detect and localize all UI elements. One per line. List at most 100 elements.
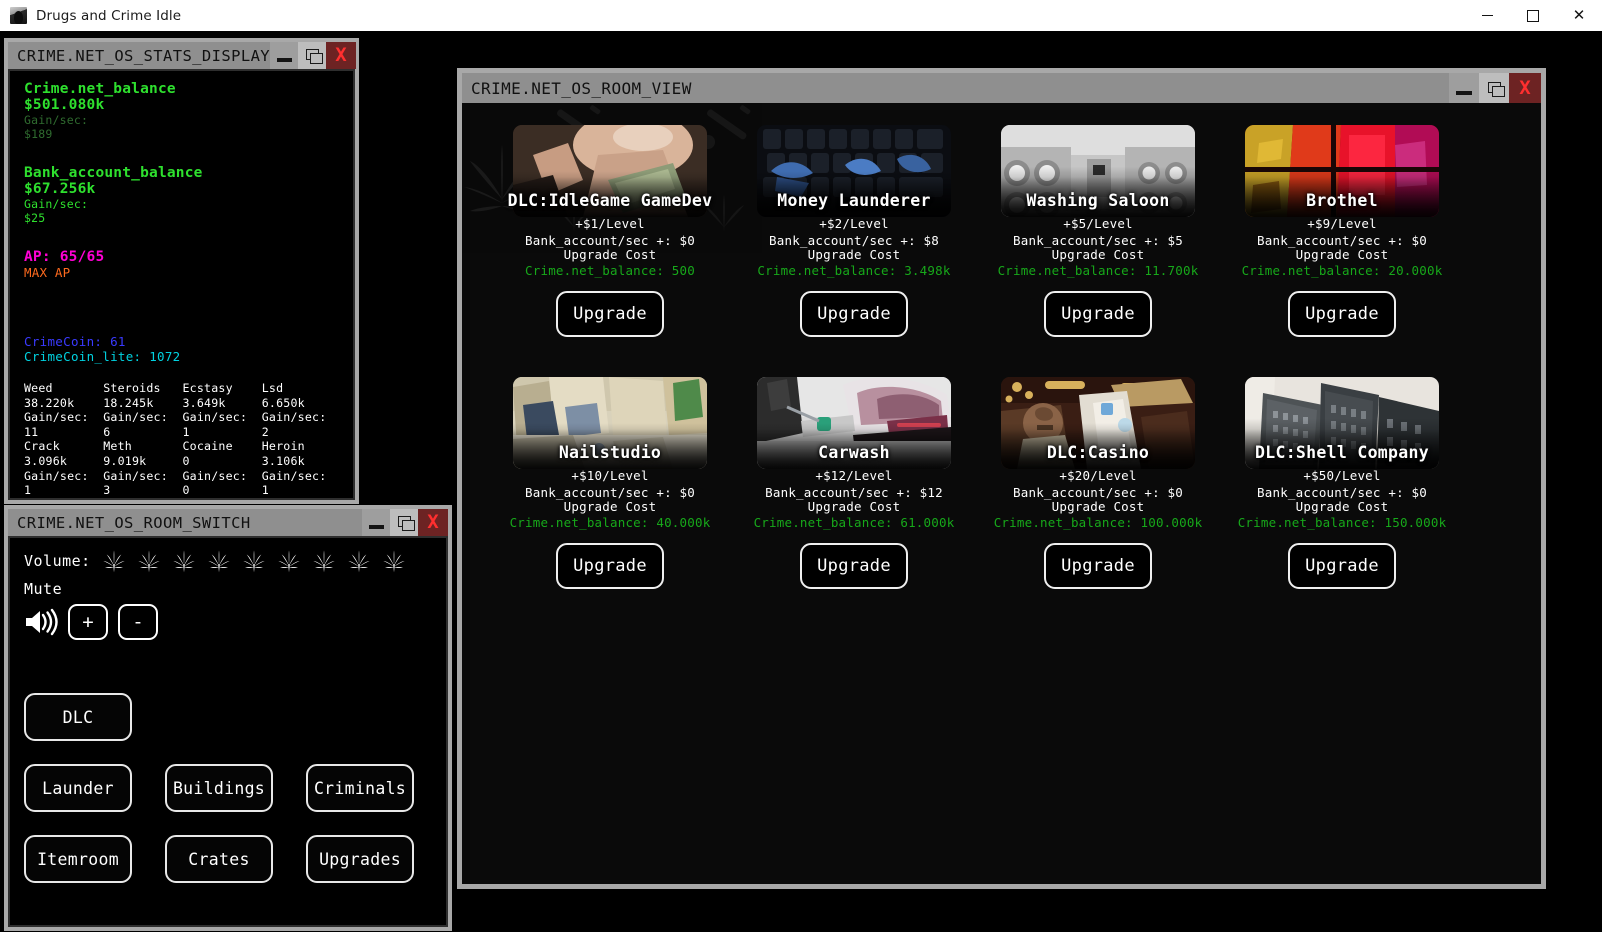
stats-window-title-bar[interactable]: CRIME.NET_OS_STATS_DISPLAY X: [8, 42, 355, 69]
os-minimize-button[interactable]: [1464, 0, 1510, 31]
card-level-gain: +$1/Level: [500, 216, 720, 231]
upgrade-button[interactable]: Upgrade: [1044, 543, 1152, 589]
card-level-gain: +$5/Level: [988, 216, 1208, 231]
building-card-casino[interactable]: DLC:Casino +$20/Level Bank_account/sec +…: [988, 377, 1208, 589]
card-cost-label: Upgrade Cost: [500, 247, 720, 262]
room-nav-row: DLC: [24, 693, 432, 741]
drug-amount: 18.245k: [103, 396, 182, 411]
volume-up-button[interactable]: +: [68, 604, 108, 640]
room-view-title: CRIME.NET_OS_ROOM_VIEW: [462, 79, 692, 98]
card-cost-label: Upgrade Cost: [988, 499, 1208, 514]
drug-cell: Heroin 3.106k Gain/sec: 1: [262, 439, 341, 497]
upgrade-button[interactable]: Upgrade: [1044, 291, 1152, 337]
cannabis-leaf-icon[interactable]: [171, 548, 197, 574]
room-view-window: CRIME.NET_OS_ROOM_VIEW X: [457, 68, 1546, 889]
drug-gain-label: Gain/sec:: [262, 410, 341, 425]
cannabis-leaf-icon[interactable]: [381, 548, 407, 574]
room-view-minimize-button[interactable]: [1449, 73, 1479, 103]
card-level-gain: +$12/Level: [744, 468, 964, 483]
stats-close-button[interactable]: X: [326, 42, 356, 69]
crime-balance-block: Crime.net_balance $501.080k Gain/sec: $1…: [24, 81, 341, 141]
drug-gain-label: Gain/sec:: [183, 410, 262, 425]
volume-row: Volume:: [24, 548, 432, 574]
stats-minimize-button[interactable]: [270, 42, 298, 69]
cannabis-leaf-icon[interactable]: [136, 548, 162, 574]
drug-gain-label: Gain/sec:: [24, 410, 103, 425]
room-switch-body: Volume: Mute: [8, 536, 448, 927]
building-card-shell-company[interactable]: DLC:Shell Company +$50/Level Bank_accoun…: [1232, 377, 1452, 589]
card-title: Washing Saloon: [988, 191, 1208, 210]
mute-label: Mute: [24, 580, 432, 598]
cannabis-leaf-icon[interactable]: [206, 548, 232, 574]
upgrade-button[interactable]: Upgrade: [1288, 543, 1396, 589]
nav-button-itemroom[interactable]: Itemroom: [24, 835, 132, 883]
os-maximize-button[interactable]: [1510, 0, 1556, 31]
drug-amount: 0: [183, 454, 262, 469]
nav-button-dlc[interactable]: DLC: [24, 693, 132, 741]
building-card-carwash[interactable]: Carwash +$12/Level Bank_account/sec +: $…: [744, 377, 964, 589]
card-per-sec: Bank_account/sec +: $0: [1232, 233, 1452, 248]
volume-down-button[interactable]: -: [118, 604, 158, 640]
room-switch-title-bar[interactable]: CRIME.NET_OS_ROOM_SWITCH X: [8, 509, 448, 536]
room-view-close-button[interactable]: X: [1509, 73, 1541, 103]
drug-name: Crack: [24, 439, 103, 454]
cannabis-leaf-icon[interactable]: [241, 548, 267, 574]
crimecoin-lite-line: CrimeCoin_lite: 1072: [24, 349, 341, 364]
upgrade-button[interactable]: Upgrade: [556, 543, 664, 589]
cannabis-leaf-icon[interactable]: [311, 548, 337, 574]
room-switch-restore-button[interactable]: [390, 509, 418, 536]
card-cost-label: Upgrade Cost: [1232, 499, 1452, 514]
drug-amount: 3.106k: [262, 454, 341, 469]
cannabis-leaf-icon[interactable]: [276, 548, 302, 574]
speaker-icon[interactable]: [24, 607, 58, 637]
drug-name: Steroids: [103, 381, 182, 396]
cannabis-leaf-icon[interactable]: [346, 548, 372, 574]
card-title: Nailstudio: [500, 443, 720, 462]
building-card-idlegame-gamedev[interactable]: DLC:IdleGame GameDev +$1/Level Bank_acco…: [500, 125, 720, 337]
nav-button-crates[interactable]: Crates: [165, 835, 273, 883]
building-card-washing-saloon[interactable]: Washing Saloon +$5/Level Bank_account/se…: [988, 125, 1208, 337]
card-cost-value: Crime.net_balance: 61.000k: [744, 515, 964, 530]
drug-gain-label: Gain/sec:: [103, 410, 182, 425]
room-switch-close-button[interactable]: X: [418, 509, 448, 536]
building-card-money-launderer[interactable]: Money Launderer +$2/Level Bank_account/s…: [744, 125, 964, 337]
room-switch-window: CRIME.NET_OS_ROOM_SWITCH X Volume:: [4, 505, 452, 931]
drug-name: Cocaine: [183, 439, 262, 454]
upgrade-button[interactable]: Upgrade: [800, 291, 908, 337]
drug-name: Heroin: [262, 439, 341, 454]
stats-window-title: CRIME.NET_OS_STATS_DISPLAY: [8, 47, 270, 65]
nav-button-criminals[interactable]: Criminals: [306, 764, 414, 812]
app-root: Drugs and Crime Idle ✕ CRIME.NET_OS_STAT…: [0, 0, 1602, 932]
drug-gain-label: Gain/sec:: [103, 469, 182, 484]
os-close-button[interactable]: ✕: [1556, 0, 1602, 31]
ap-status: MAX AP: [24, 265, 341, 280]
crime-balance-gain-label: Gain/sec:: [24, 113, 341, 127]
building-card-nailstudio[interactable]: Nailstudio +$10/Level Bank_account/sec +…: [500, 377, 720, 589]
upgrade-button[interactable]: Upgrade: [800, 543, 908, 589]
card-cost-label: Upgrade Cost: [1232, 247, 1452, 262]
cannabis-leaf-icon[interactable]: [101, 548, 127, 574]
nav-button-buildings[interactable]: Buildings: [165, 764, 273, 812]
room-view-title-bar[interactable]: CRIME.NET_OS_ROOM_VIEW X: [462, 73, 1541, 103]
room-switch-minimize-button[interactable]: [362, 509, 390, 536]
room-nav-row: Itemroom Crates Upgrades: [24, 835, 432, 883]
room-view-body: DLC:IdleGame GameDev +$1/Level Bank_acco…: [462, 103, 1541, 884]
stats-window-body: Crime.net_balance $501.080k Gain/sec: $1…: [8, 69, 355, 500]
upgrade-button[interactable]: Upgrade: [556, 291, 664, 337]
card-cost-label: Upgrade Cost: [744, 499, 964, 514]
buildings-card-grid: DLC:IdleGame GameDev +$1/Level Bank_acco…: [462, 103, 1541, 884]
upgrade-button[interactable]: Upgrade: [1288, 291, 1396, 337]
card-level-gain: +$10/Level: [500, 468, 720, 483]
drug-gain-value: 1: [24, 483, 103, 498]
drug-amount: 38.220k: [24, 396, 103, 411]
room-view-restore-button[interactable]: [1479, 73, 1509, 103]
card-level-gain: +$2/Level: [744, 216, 964, 231]
nav-button-launder[interactable]: Launder: [24, 764, 132, 812]
drug-amount: 6.650k: [262, 396, 341, 411]
bank-balance-gain-label: Gain/sec:: [24, 197, 341, 211]
card-cost-value: Crime.net_balance: 20.000k: [1232, 263, 1452, 278]
nav-button-upgrades[interactable]: Upgrades: [306, 835, 414, 883]
room-nav-row: Launder Buildings Criminals: [24, 764, 432, 812]
building-card-brothel[interactable]: Brothel +$9/Level Bank_account/sec +: $0…: [1232, 125, 1452, 337]
stats-restore-button[interactable]: [298, 42, 326, 69]
